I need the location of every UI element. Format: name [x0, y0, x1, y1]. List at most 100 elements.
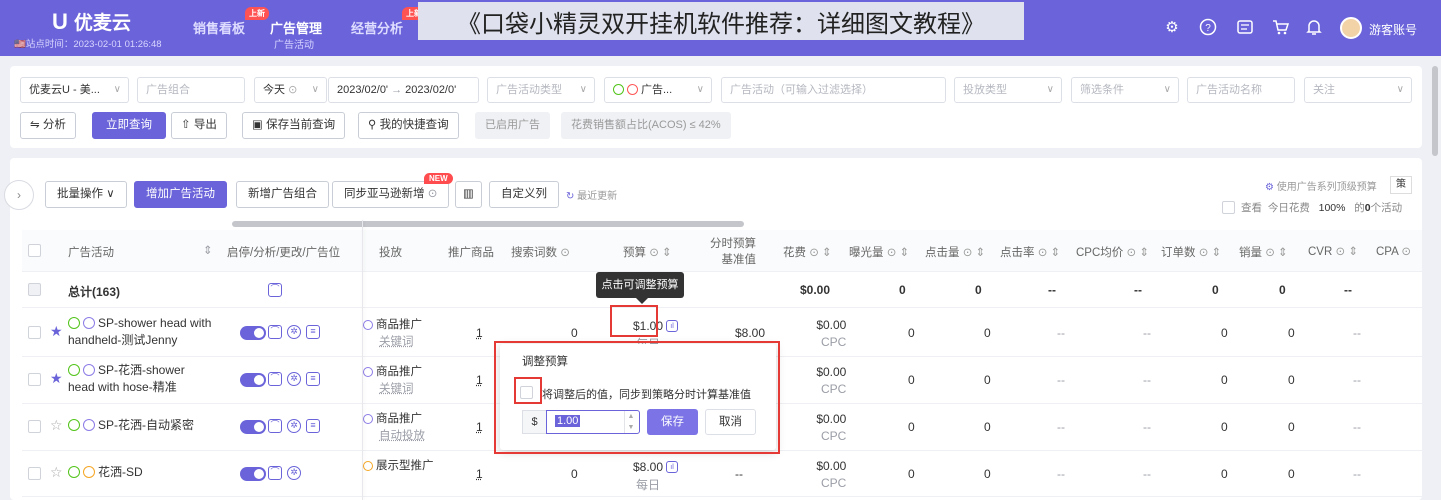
- search-term-count[interactable]: 0: [571, 326, 578, 340]
- header-spend[interactable]: 花费 ⊙ ⇕: [783, 244, 832, 260]
- header-impressions[interactable]: 曝光量 ⊙ ⇕: [849, 244, 909, 260]
- nav-sales-board[interactable]: 销售看板: [193, 18, 245, 37]
- delivery-subtype[interactable]: 关键词: [379, 336, 414, 348]
- nav-ad-management[interactable]: 广告管理: [270, 18, 322, 37]
- star-icon[interactable]: ☆: [50, 464, 63, 481]
- table-row[interactable]: [22, 451, 1422, 497]
- search-term-count[interactable]: 0: [571, 467, 578, 481]
- delivery-subtype[interactable]: 关键词: [379, 383, 414, 395]
- focus-select[interactable]: 关注 ∨: [1304, 77, 1412, 103]
- row-checkbox[interactable]: [28, 420, 41, 433]
- nav-business-analysis[interactable]: 经营分析: [351, 18, 403, 37]
- campaign-name-input[interactable]: 广告活动名称: [1187, 77, 1295, 103]
- budget-edit-icon[interactable]: ıl: [666, 461, 678, 473]
- campaign-type-select[interactable]: 广告活动类型 ∨: [487, 77, 595, 103]
- header-cpc[interactable]: CPC均价 ⊙ ⇕: [1076, 244, 1149, 260]
- budget-edit-icon[interactable]: ıl: [666, 320, 678, 332]
- star-icon[interactable]: ★: [50, 370, 63, 387]
- tag-acos[interactable]: 花费销售额占比(ACOS) ≤ 42%: [561, 112, 731, 139]
- export-button[interactable]: ⇧ 导出: [171, 112, 227, 139]
- product-count[interactable]: 1: [476, 420, 483, 434]
- status-toggle[interactable]: [240, 326, 266, 340]
- select-all-checkbox[interactable]: [28, 244, 41, 257]
- condition-select[interactable]: 筛选条件 ∨: [1071, 77, 1179, 103]
- header-budget[interactable]: 预算 ⊙ ⇕: [623, 244, 672, 260]
- page-scrollbar[interactable]: [1432, 66, 1438, 156]
- bar-chart-icon[interactable]: ▥: [455, 181, 482, 208]
- date-range-picker[interactable]: 2023/02/0' → 2023/02/0': [328, 77, 479, 103]
- status-toggle[interactable]: [240, 373, 266, 387]
- app-logo[interactable]: U 优麦云: [52, 8, 131, 35]
- message-icon[interactable]: [1235, 18, 1255, 38]
- star-icon[interactable]: ★: [50, 323, 63, 340]
- gear-icon[interactable]: ✲: [287, 325, 301, 339]
- campaign-name[interactable]: SP-花洒-自动紧密: [68, 417, 194, 434]
- status-toggle[interactable]: [240, 467, 266, 481]
- header-ctr[interactable]: 点击率 ⊙ ⇕: [1000, 244, 1060, 260]
- header-clicks[interactable]: 点击量 ⊙ ⇕: [925, 244, 985, 260]
- product-count[interactable]: 1: [476, 373, 483, 387]
- campaign-filter-input[interactable]: 广告活动（可输入过滤选择）: [721, 77, 946, 103]
- add-group-button[interactable]: 新增广告组合: [236, 181, 329, 208]
- status-toggle[interactable]: [240, 420, 266, 434]
- campaign-name[interactable]: SP-shower head with handheld-测试Jenny: [68, 315, 211, 349]
- row-checkbox[interactable]: [28, 467, 41, 480]
- group-select[interactable]: 广告组合: [137, 77, 245, 103]
- view-checkbox[interactable]: [1222, 201, 1235, 214]
- header-cvr[interactable]: CVR ⊙ ⇕: [1308, 244, 1358, 258]
- help-icon[interactable]: ?: [1198, 18, 1218, 38]
- nav-sub-campaign[interactable]: 广告活动: [274, 36, 314, 51]
- star-icon[interactable]: ☆: [50, 417, 63, 434]
- delivery-subtype[interactable]: 自动投放: [379, 430, 425, 442]
- status-select[interactable]: 广告... ∨: [604, 77, 712, 103]
- row-checkbox[interactable]: [28, 373, 41, 386]
- tag-enabled-ads[interactable]: 已启用广告: [475, 112, 550, 139]
- campaign-name[interactable]: SP-花洒-shower head with hose-精准: [68, 362, 185, 396]
- bell-icon[interactable]: [1304, 18, 1324, 38]
- shop-select[interactable]: 优麦云U - 美... ∨: [20, 77, 129, 103]
- sync-amazon-button[interactable]: 同步亚马逊新增 ⊙: [332, 181, 450, 208]
- gear-icon[interactable]: ✲: [287, 419, 301, 433]
- strategy-button[interactable]: 策: [1390, 176, 1412, 194]
- chevron-right-icon[interactable]: ›: [4, 180, 34, 210]
- quick-query-button[interactable]: ⚲ 我的快捷查询: [358, 112, 459, 139]
- product-count[interactable]: 1: [476, 326, 483, 340]
- date-quick-select[interactable]: 今天 ⊙ ∨: [254, 77, 327, 103]
- chart-icon[interactable]: ⌒: [268, 283, 282, 297]
- add-campaign-button[interactable]: 增加广告活动: [134, 181, 227, 208]
- placement-icon[interactable]: ≡: [306, 372, 320, 386]
- analyze-button[interactable]: ⇋ 分析: [20, 112, 76, 139]
- account-name[interactable]: 游客账号: [1369, 21, 1417, 38]
- refresh-link[interactable]: ↻ 最近更新: [566, 187, 617, 202]
- delivery-type-select[interactable]: 投放类型 ∨: [954, 77, 1062, 103]
- header-orders[interactable]: 订单数 ⊙ ⇕: [1161, 244, 1221, 260]
- gear-icon[interactable]: ✲: [287, 372, 301, 386]
- header-campaign[interactable]: 广告活动: [68, 244, 114, 260]
- batch-action-button[interactable]: 批量操作 ∨: [45, 181, 127, 208]
- placement-icon[interactable]: ≡: [306, 325, 320, 339]
- avatar[interactable]: [1340, 17, 1362, 39]
- top-budget-setting[interactable]: ⚙ 使用广告系列顶级预算: [1265, 178, 1377, 193]
- pinned-column-divider: [362, 220, 363, 500]
- product-count[interactable]: 1: [476, 467, 483, 481]
- query-button[interactable]: 立即查询: [92, 112, 166, 139]
- row-checkbox[interactable]: [28, 326, 41, 339]
- placement-icon[interactable]: ≡: [306, 419, 320, 433]
- robot-icon[interactable]: ⚙: [1162, 18, 1182, 38]
- header-cpa[interactable]: CPA ⊙: [1376, 244, 1411, 258]
- save-query-button[interactable]: ▣ 保存当前查询: [242, 112, 346, 139]
- chart-icon[interactable]: ⌒: [268, 466, 282, 480]
- chart-icon[interactable]: ⌒: [268, 325, 282, 339]
- chart-icon[interactable]: ⌒: [268, 372, 282, 386]
- gear-icon[interactable]: ✲: [287, 466, 301, 480]
- budget-cell[interactable]: $8.00 每日: [633, 458, 663, 494]
- cvr-value: --: [1353, 467, 1361, 481]
- header-sales[interactable]: 销量 ⊙ ⇕: [1239, 244, 1288, 260]
- cart-icon[interactable]: [1270, 18, 1290, 38]
- campaign-name[interactable]: 花洒-SD: [68, 464, 143, 481]
- save-icon: ▣: [252, 119, 263, 131]
- horizontal-scrollbar[interactable]: [232, 221, 744, 227]
- custom-columns-button[interactable]: 自定义列: [489, 181, 559, 208]
- sort-icon[interactable]: ⇕: [203, 243, 213, 257]
- chart-icon[interactable]: ⌒: [268, 419, 282, 433]
